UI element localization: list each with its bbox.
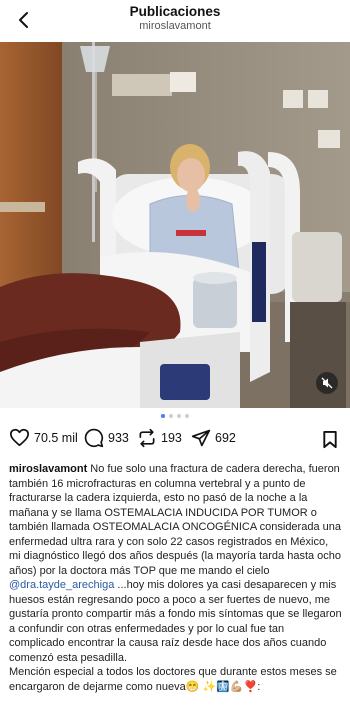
carousel-dot (169, 414, 173, 418)
caption-username[interactable]: miroslavamont (9, 463, 87, 475)
post-actions: 70.5 mil 933 193 692 (0, 428, 350, 454)
post-photo[interactable] (0, 42, 350, 408)
save-button[interactable] (322, 430, 338, 454)
repost-button[interactable]: 193 (137, 428, 182, 448)
caption-paragraph: miroslavamont No fue solo una fractura d… (9, 462, 342, 665)
carousel-dot (161, 414, 165, 418)
page-title: Publicaciones (129, 4, 221, 19)
speaker-muted-icon (321, 377, 333, 389)
comment-bubble-icon (84, 428, 104, 448)
send-icon (191, 429, 211, 447)
header-username[interactable]: miroslavamont (0, 20, 350, 32)
carousel-indicator (0, 414, 350, 418)
hospital-bed-photo (0, 42, 350, 408)
like-count: 70.5 mil (34, 430, 78, 445)
comment-button[interactable]: 933 (84, 428, 129, 448)
caption-text: ...hoy mis dolores ya casi desaparecen y… (9, 579, 342, 664)
carousel-dot (177, 414, 181, 418)
caption-paragraph: Mención especial a todos los doctores qu… (9, 666, 337, 693)
post-caption: miroslavamont No fue solo una fractura d… (9, 462, 342, 694)
repost-count: 193 (161, 431, 182, 445)
repost-icon (139, 428, 155, 448)
heart-icon (9, 428, 29, 447)
share-count: 692 (215, 431, 236, 445)
caption-text: No fue solo una fractura de cadera derec… (9, 463, 342, 577)
top-bar: Publicaciones miroslavamont (0, 0, 350, 42)
share-button[interactable]: 692 (191, 428, 236, 448)
like-button[interactable]: 70.5 mil (9, 428, 78, 447)
bookmark-icon (323, 430, 337, 449)
carousel-dot (185, 414, 189, 418)
caption-mention-link[interactable]: @dra.tayde_arechiga (9, 579, 114, 591)
comment-count: 933 (108, 431, 129, 445)
mute-button[interactable] (316, 372, 338, 394)
